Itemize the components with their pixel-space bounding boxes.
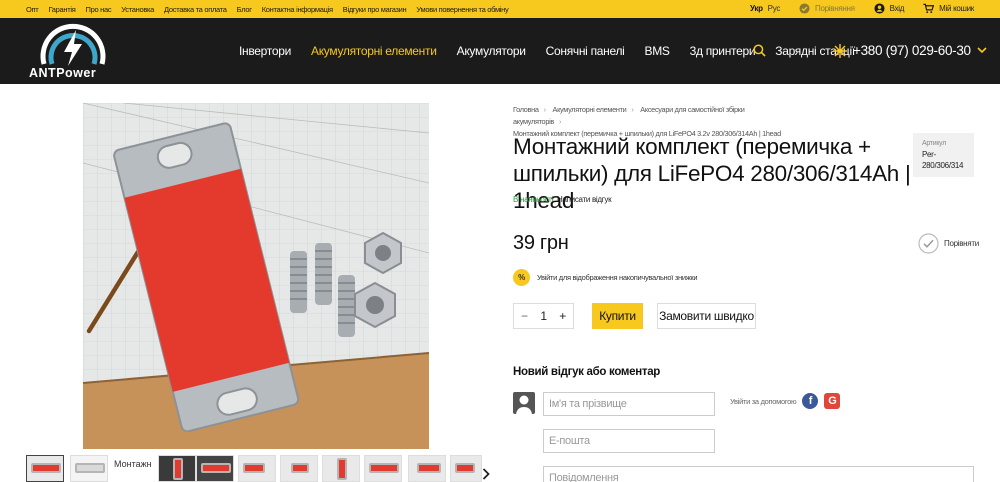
breadcrumb-separator: › xyxy=(631,105,634,114)
nav-item-solar-panels[interactable]: Сонячні панелі xyxy=(546,44,625,58)
sku-label: Артикул xyxy=(922,140,946,147)
breadcrumb-separator: › xyxy=(558,117,562,126)
thumbnail[interactable] xyxy=(408,455,446,482)
thumbnail[interactable] xyxy=(238,455,276,482)
thumbnail[interactable] xyxy=(70,455,108,482)
nav-item-battery-cells[interactable]: Акумуляторні елементи xyxy=(311,44,437,58)
breadcrumb-item[interactable]: Аксесуари для самостійної збірки акумуля… xyxy=(513,105,745,126)
main-header: ANTPower Інвертори Акумуляторні елементи… xyxy=(0,18,1000,84)
top-bar-right: Укр Рус Порівняння Вхід Мій кошик xyxy=(750,3,974,14)
thumbnail[interactable] xyxy=(196,455,234,482)
thumbnail[interactable] xyxy=(364,455,402,482)
social-login-label: Увійти за допомогою xyxy=(730,396,797,406)
qty-plus-button[interactable]: + xyxy=(559,309,566,323)
sku-value: Per-280/306/314 xyxy=(922,150,964,170)
quick-order-button[interactable]: Замовити швидко xyxy=(657,303,756,329)
compare-check-icon xyxy=(918,233,939,254)
sparkle-icon xyxy=(833,43,847,58)
login-link[interactable]: Вхід xyxy=(890,4,905,13)
top-link[interactable]: Умови повернення та обміну xyxy=(416,5,508,14)
percent-icon: % xyxy=(513,269,530,286)
cart-icon xyxy=(923,3,935,14)
nav-item-3d-printers[interactable]: 3д принтери xyxy=(690,44,756,58)
nav-item-bms[interactable]: BMS xyxy=(645,44,670,58)
product-photo xyxy=(83,103,429,449)
top-link[interactable]: Контактна інформація xyxy=(262,5,333,14)
top-link[interactable]: Блог xyxy=(237,5,252,14)
review-form-title: Новий відгук або коментар xyxy=(513,366,661,378)
top-link[interactable]: Відгуки про магазин xyxy=(343,5,407,14)
product-main-image[interactable] xyxy=(83,103,429,449)
name-field[interactable]: Ім'я та прізвище xyxy=(543,392,715,416)
breadcrumb-separator: › xyxy=(543,105,546,114)
compare-link[interactable]: Порівняння xyxy=(815,4,855,13)
message-field[interactable]: Повідомлення xyxy=(543,466,974,482)
compare-label: Порівняти xyxy=(944,239,979,248)
email-field[interactable]: E-пошта xyxy=(543,429,715,453)
discount-notice[interactable]: % Увійти для відображення накопичувально… xyxy=(513,269,698,286)
chevron-right-icon[interactable] xyxy=(482,468,490,480)
top-link[interactable]: Опт xyxy=(26,5,39,14)
top-link[interactable]: Установка xyxy=(121,5,154,14)
breadcrumb-item[interactable]: Акумуляторні елементи xyxy=(553,105,627,114)
quantity-stepper: − 1 + xyxy=(513,303,574,329)
write-review-link[interactable]: Написати відгук xyxy=(557,195,612,204)
thumbnail[interactable] xyxy=(158,455,196,482)
top-links: Опт Гарантія Про нас Установка Доставка … xyxy=(26,5,509,14)
thumbnail[interactable] xyxy=(280,455,318,482)
top-link[interactable]: Доставка та оплата xyxy=(164,5,227,14)
facebook-icon[interactable]: f xyxy=(802,393,819,409)
cart-link[interactable]: Мій кошик xyxy=(939,4,974,13)
top-link[interactable]: Гарантія xyxy=(48,5,75,14)
stock-status: В наявності xyxy=(513,195,554,204)
logo-text: ANTPower xyxy=(29,66,97,80)
nav-item-inverters[interactable]: Інвертори xyxy=(239,44,291,58)
thumbnail-strip: Монтажн xyxy=(26,455,496,482)
thumbnail[interactable] xyxy=(322,455,360,482)
social-login: Увійти за допомогою f G xyxy=(730,393,841,409)
top-bar: Опт Гарантія Про нас Установка Доставка … xyxy=(0,0,1000,18)
thumbnail[interactable] xyxy=(450,455,482,482)
lang-rus[interactable]: Рус xyxy=(768,4,781,13)
user-icon xyxy=(874,3,885,14)
lang-ukr[interactable]: Укр xyxy=(750,4,763,13)
thumbnail-broken[interactable]: Монтажн xyxy=(114,455,152,482)
breadcrumb-item[interactable]: Головна xyxy=(513,105,539,114)
thumbnail[interactable] xyxy=(26,455,64,482)
nav-item-batteries[interactable]: Акумулятори xyxy=(457,44,526,58)
qty-value[interactable]: 1 xyxy=(540,309,547,323)
google-icon[interactable]: G xyxy=(824,393,841,409)
chevron-down-icon xyxy=(977,47,987,54)
sku-box: Артикул Per-280/306/314 xyxy=(913,133,974,177)
phone-block[interactable]: +380 (97) 029-60-30 xyxy=(833,43,987,58)
avatar xyxy=(513,392,535,414)
discount-text: Увійти для відображення накопичувальної … xyxy=(537,273,698,282)
buy-button[interactable]: Купити xyxy=(592,303,643,329)
search-icon[interactable] xyxy=(753,44,766,57)
compare-button[interactable]: Порівняти xyxy=(918,233,979,254)
user-silhouette-icon xyxy=(516,395,532,414)
phone-number[interactable]: +380 (97) 029-60-30 xyxy=(853,43,971,58)
product-price: 39 грн xyxy=(513,232,569,254)
check-circle-icon xyxy=(799,3,810,14)
top-link[interactable]: Про нас xyxy=(86,5,112,14)
qty-minus-button[interactable]: − xyxy=(521,309,528,323)
